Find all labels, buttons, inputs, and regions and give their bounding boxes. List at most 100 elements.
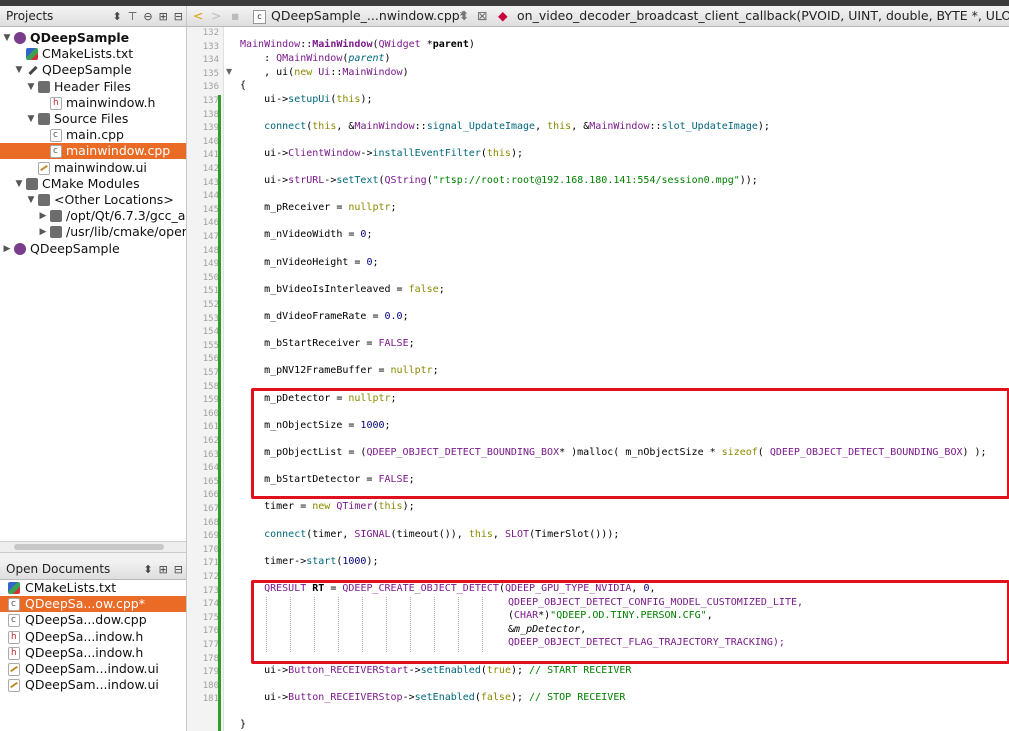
line-number: 164 [202, 463, 219, 474]
close-pane-icon[interactable]: ⊟ [171, 563, 186, 576]
collapse-arrow-icon[interactable]: ▶ [38, 208, 48, 224]
line-number: 140 [202, 136, 219, 147]
line-number: 168 [202, 517, 219, 528]
code-line: } [240, 719, 247, 730]
open-documents-title[interactable]: Open Documents [0, 562, 140, 576]
collapse-arrow-icon[interactable]: ▶ [2, 241, 12, 257]
code-line: m_dVideoFrameRate = 0.0; [240, 311, 409, 322]
folder-icon [50, 210, 62, 223]
code-line: ui->setupUi(this); [240, 94, 373, 105]
code-line: : QMainWindow(parent) [240, 53, 391, 64]
folder-icon [38, 194, 50, 206]
code-line: m_pNV12FrameBuffer = nullptr; [240, 365, 439, 376]
line-number: 181 [202, 694, 219, 705]
tree-item[interactable]: ▼ CMake Modules [0, 176, 186, 192]
line-number: 165 [202, 476, 219, 487]
open-document-item[interactable]: QDeepSam...indow.ui [0, 661, 186, 677]
link-icon[interactable]: ⊖ [140, 10, 155, 23]
tree-item-label: QDeepSample [42, 62, 132, 78]
project-tree: ▼ QDeepSample CMakeLists.txt ▼ QDeepSample ▼ H… [0, 27, 186, 547]
open-document-item[interactable]: QDeepSam...indow.ui [0, 677, 186, 693]
lock-icon[interactable]: ▪ [231, 6, 239, 26]
ui-file-icon [8, 679, 20, 693]
code-line: ui->Button_RECEIVERStart->setEnabled(tru… [240, 665, 632, 676]
folder-icon [50, 226, 62, 239]
tree-item[interactable]: ▼ QDeepSample [0, 62, 186, 78]
split-icon[interactable]: ⊞ [156, 563, 171, 576]
tree-item[interactable]: ▶ /opt/Qt/6.7.3/gcc_a [0, 208, 186, 224]
expand-arrow-icon[interactable]: ▼ [26, 111, 36, 127]
folder-icon [38, 80, 50, 93]
cpp-file-icon [8, 612, 20, 628]
tree-item-label: CMake Modules [42, 175, 140, 191]
line-number: 170 [202, 544, 219, 555]
line-number: 151 [202, 286, 219, 297]
open-document-item[interactable]: QDeepSa...ow.cpp* [0, 596, 186, 613]
code-line: ui->ClientWindow->installEventFilter(thi… [240, 148, 524, 159]
expand-arrow-icon[interactable]: ▼ [14, 62, 24, 78]
code-line: m_bVideoIsInterleaved = false; [240, 284, 445, 295]
project-icon [14, 242, 26, 255]
line-number: 178 [202, 653, 219, 664]
tree-item[interactable]: ▼ Header Files [0, 79, 186, 95]
line-number: 158 [202, 381, 219, 392]
cpp-file-icon [8, 596, 20, 612]
open-document-item[interactable]: QDeepSa...indow.h [0, 645, 186, 661]
line-number: 175 [202, 612, 219, 623]
code-line: , ui(new Ui::MainWindow) [240, 67, 409, 78]
file-dropdown-chevron-icon[interactable]: ⬍ [459, 6, 469, 26]
code-line: m_nVideoHeight = 0; [240, 257, 379, 268]
code-line: m_pReceiver = nullptr; [240, 202, 397, 213]
back-arrow-icon[interactable]: < [193, 6, 203, 26]
expand-arrow-icon[interactable]: ▼ [26, 192, 36, 208]
code-line: { [240, 80, 247, 91]
tree-item[interactable]: ▶ /usr/lib/cmake/oper [0, 224, 186, 240]
header-file-icon [50, 95, 62, 111]
line-number: 150 [202, 272, 219, 283]
tree-item-label: mainwindow.h [66, 94, 156, 110]
line-number: 156 [202, 354, 219, 365]
projects-title[interactable]: Projects [0, 9, 110, 23]
split-icon[interactable]: ⊞ [156, 10, 171, 23]
filter-icon[interactable]: ⊤ [125, 10, 141, 23]
tree-item-label: CMakeLists.txt [42, 46, 134, 62]
function-symbol-icon: ◆ [498, 8, 508, 23]
file-tab[interactable]: QDeepSample_...nwindow.cpp* [271, 6, 466, 26]
view-select-chevron-icon[interactable]: ⬍ [140, 563, 155, 576]
folder-icon [38, 113, 50, 125]
code-line: m_bStartReceiver = FALSE; [240, 338, 415, 349]
symbol-selector[interactable]: on_video_decoder_broadcast_client_callba… [517, 6, 1009, 26]
expand-arrow-icon[interactable]: ▼ [14, 176, 24, 192]
open-document-item[interactable]: QDeepSa...dow.cpp [0, 612, 186, 628]
view-select-chevron-icon[interactable]: ⬍ [110, 10, 125, 23]
open-document-item[interactable]: CMakeLists.txt [0, 580, 186, 596]
forward-arrow-icon[interactable]: > [211, 6, 221, 26]
line-number: 142 [202, 164, 219, 174]
line-number: 139 [202, 123, 219, 134]
tree-item[interactable]: mainwindow.ui [0, 160, 186, 176]
line-number: 137 [202, 96, 219, 106]
fold-arrow-icon[interactable]: ▼ [226, 67, 232, 76]
collapse-arrow-icon[interactable]: ▶ [38, 224, 48, 240]
expand-arrow-icon[interactable]: ▼ [26, 79, 36, 95]
close-pane-icon[interactable]: ⊟ [171, 10, 186, 23]
tree-item[interactable]: ▼ <Other Locations> [0, 192, 186, 208]
tree-item[interactable]: CMakeLists.txt [0, 46, 186, 62]
tree-item[interactable]: ▼ Source Files [0, 111, 186, 127]
line-number: 147 [202, 232, 219, 242]
code-line: connect(this, &MainWindow::signal_Update… [264, 121, 770, 132]
tree-item[interactable]: mainwindow.cpp [0, 143, 186, 160]
line-number: 132 [202, 28, 219, 38]
code-line: ui->Button_RECEIVERStop->setEnabled(fals… [240, 692, 626, 703]
open-document-item[interactable]: QDeepSa...indow.h [0, 629, 186, 645]
tree-item[interactable]: ▶ QDeepSample [0, 241, 186, 257]
tree-item[interactable]: mainwindow.h [0, 95, 186, 111]
expand-arrow-icon[interactable]: ▼ [2, 30, 12, 46]
tree-item[interactable]: ▼ QDeepSample [0, 30, 186, 46]
line-number: 159 [202, 395, 219, 406]
tree-item-label: Header Files [54, 78, 131, 94]
close-document-icon[interactable]: ⊠ [477, 6, 487, 26]
tree-horizontal-scrollbar[interactable] [0, 541, 186, 552]
tree-item-label: <Other Locations> [54, 192, 174, 207]
tree-item[interactable]: main.cpp [0, 127, 186, 143]
